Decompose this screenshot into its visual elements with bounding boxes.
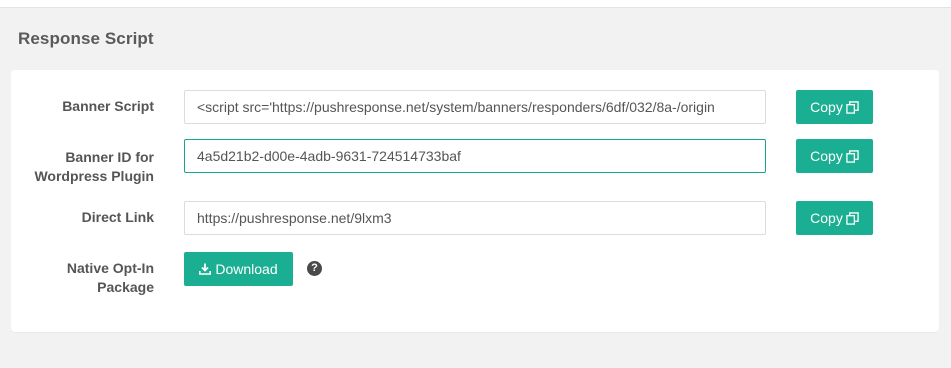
copy-icon bbox=[846, 100, 859, 114]
native-optin-label: Native Opt-In Package bbox=[67, 259, 154, 297]
copy-button-label: Copy bbox=[810, 210, 843, 226]
copy-icon bbox=[846, 149, 859, 163]
copy-banner-script-button[interactable]: Copy bbox=[796, 90, 873, 124]
direct-link-field[interactable]: https://pushresponse.net/9lxm3 bbox=[184, 201, 766, 235]
download-button[interactable]: Download bbox=[184, 252, 293, 286]
banner-id-label-line2: Wordpress Plugin bbox=[34, 168, 154, 184]
banner-id-field[interactable]: 4a5d21b2-d00e-4adb-9631-724514733baf bbox=[184, 139, 766, 173]
banner-id-label: Banner ID for Wordpress Plugin bbox=[34, 148, 154, 186]
banner-id-label-line1: Banner ID for bbox=[65, 149, 154, 165]
panel-title: Response Script bbox=[18, 29, 154, 48]
native-optin-label-line1: Native Opt-In bbox=[66, 260, 154, 276]
top-strip bbox=[0, 0, 951, 8]
copy-banner-id-button[interactable]: Copy bbox=[796, 139, 873, 173]
native-optin-label-line2: Package bbox=[97, 279, 154, 295]
question-circle-icon[interactable]: ? bbox=[307, 261, 322, 276]
download-icon bbox=[199, 263, 212, 275]
response-script-panel: Banner Script <script src='https://pushr… bbox=[11, 70, 939, 332]
copy-icon bbox=[846, 211, 859, 225]
copy-button-label: Copy bbox=[810, 148, 843, 164]
direct-link-label: Direct Link bbox=[81, 209, 154, 225]
banner-script-label: Banner Script bbox=[62, 98, 154, 114]
copy-button-label: Copy bbox=[810, 99, 843, 115]
download-button-label: Download bbox=[215, 261, 278, 277]
copy-direct-link-button[interactable]: Copy bbox=[796, 201, 873, 235]
banner-script-field[interactable]: <script src='https://pushresponse.net/sy… bbox=[184, 90, 766, 124]
